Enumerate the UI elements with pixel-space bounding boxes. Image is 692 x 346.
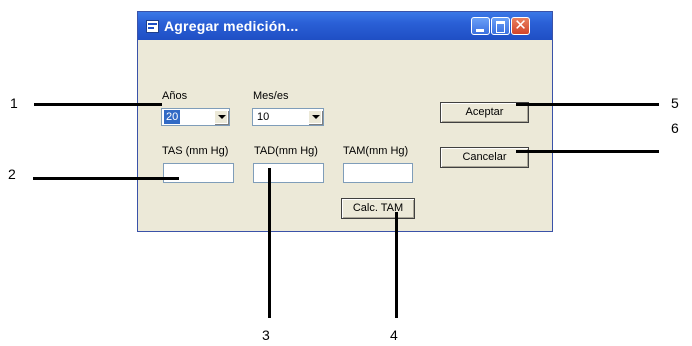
callout-number-6: 6: [671, 120, 679, 136]
callout-number-5: 5: [671, 95, 679, 111]
maximize-icon[interactable]: [491, 17, 510, 35]
anos-label: Años: [162, 90, 188, 102]
window-title: Agregar medición...: [164, 18, 299, 34]
tas-input[interactable]: [163, 163, 234, 183]
callout-number-2: 2: [8, 166, 16, 182]
tam-input[interactable]: [343, 163, 413, 183]
callout-number-4: 4: [390, 327, 398, 343]
dialog-window: Agregar medición... ✕ Años 20 Mes/es 10 …: [137, 11, 553, 232]
title-bar[interactable]: Agregar medición... ✕: [138, 12, 552, 40]
callout-line-2: [33, 177, 179, 180]
tad-input[interactable]: [253, 163, 324, 183]
close-icon[interactable]: ✕: [511, 17, 530, 35]
app-window-icon: [146, 20, 159, 33]
tad-label: TAD(mm Hg): [254, 145, 318, 157]
meses-label: Mes/es: [253, 90, 289, 102]
anos-value: 20: [164, 110, 181, 124]
minimize-icon[interactable]: [471, 17, 490, 35]
tam-label: TAM(mm Hg): [343, 145, 409, 157]
chevron-down-icon[interactable]: [308, 110, 322, 124]
anos-dropdown[interactable]: 20: [161, 108, 230, 126]
callout-line-4: [395, 212, 398, 318]
chevron-down-icon[interactable]: [214, 110, 228, 124]
tas-label: TAS (mm Hg): [162, 145, 229, 157]
meses-value: 10: [257, 111, 270, 123]
calc-tam-button[interactable]: Calc. TAM: [341, 198, 415, 219]
meses-dropdown[interactable]: 10: [252, 108, 324, 126]
callout-number-1: 1: [10, 95, 18, 111]
callout-number-3: 3: [262, 327, 270, 343]
callout-line-5: [516, 103, 659, 106]
callout-line-1: [34, 103, 162, 106]
callout-line-3: [268, 168, 271, 318]
callout-line-6: [516, 150, 659, 153]
